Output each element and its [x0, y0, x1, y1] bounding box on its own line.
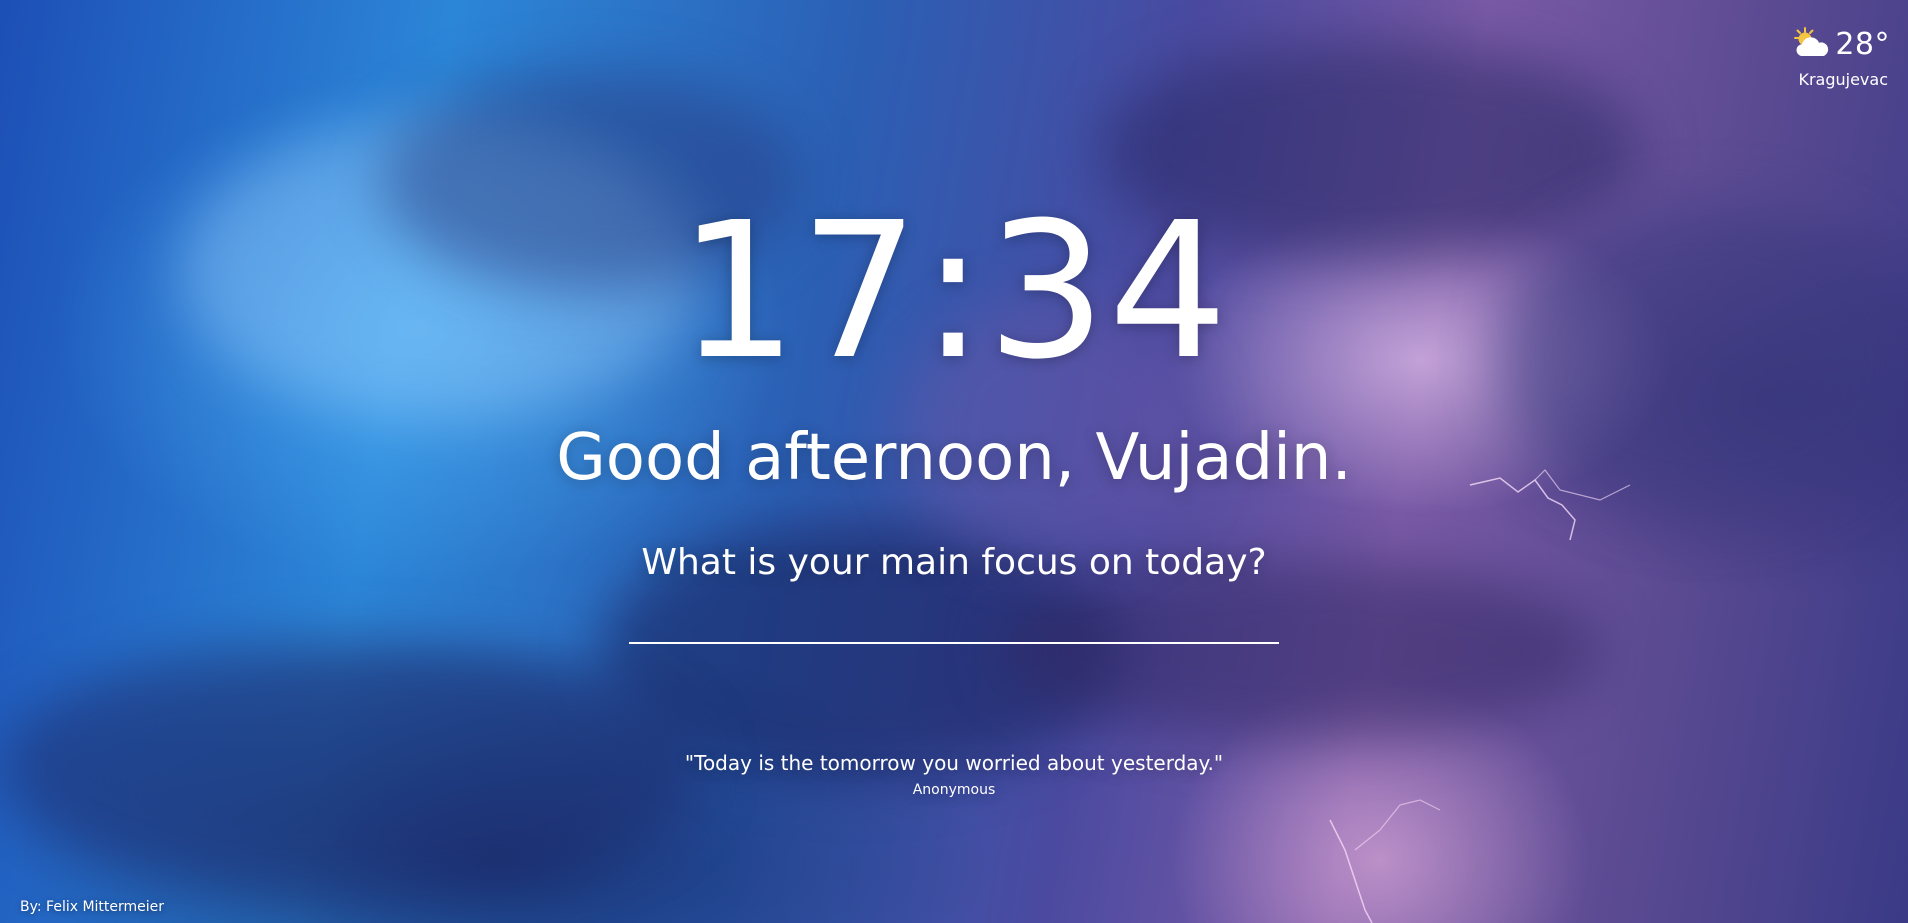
weather-widget[interactable]: 28° Kragujevac [1789, 26, 1890, 89]
focus-input-wrapper [629, 604, 1279, 648]
background-credit-link[interactable]: By: Felix Mittermeier [20, 899, 164, 915]
focus-input[interactable] [629, 604, 1279, 644]
clock-time: 17:34 [678, 182, 1230, 401]
weather-temperature: 28° [1835, 26, 1890, 62]
quote-author: Anonymous [912, 782, 996, 798]
quote-text: "Today is the tomorrow you worried about… [684, 751, 1224, 775]
weather-location: Kragujevac [1798, 70, 1888, 89]
greeting-text: Good afternoon, Vujadin. [556, 421, 1352, 495]
focus-question: What is your main focus on today? [641, 542, 1267, 583]
partly-sunny-icon [1789, 26, 1833, 62]
dashboard-screen: 28° Kragujevac 17:34 Good afternoon, Vuj… [0, 0, 1908, 923]
weather-row: 28° [1789, 26, 1890, 62]
